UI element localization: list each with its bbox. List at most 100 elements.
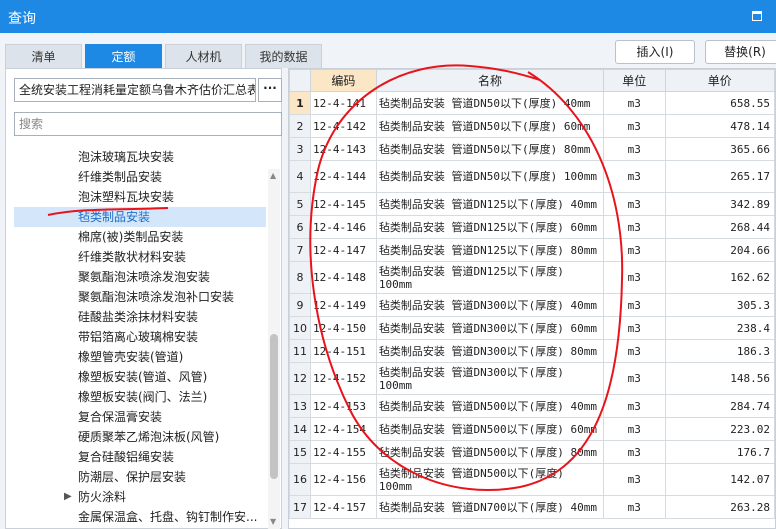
- row-number-cell: 1: [289, 91, 311, 115]
- name-cell: 毡类制品安装 管道DN700以下(厚度) 40mm: [375, 495, 605, 519]
- unit-cell: m3: [603, 215, 666, 239]
- name-cell: 毡类制品安装 管道DN300以下(厚度) 60mm: [375, 316, 605, 340]
- code-cell: 12-4-142: [309, 114, 377, 138]
- table-row[interactable]: 1 12-4-141 毡类制品安装 管道DN50以下(厚度) 40mm m3 658.5…: [289, 91, 775, 115]
- table-row[interactable]: 2 12-4-142 毡类制品安装 管道DN50以下(厚度) 60mm m3 478.1…: [289, 114, 775, 138]
- table-row[interactable]: 11 12-4-151 毡类制品安装 管道DN300以下(厚度) 80mm m3 186…: [289, 339, 775, 363]
- tree-item[interactable]: 橡塑板安装(阀门、法兰): [14, 387, 266, 407]
- code-cell: 12-4-145: [309, 192, 377, 216]
- header-price[interactable]: 单价: [664, 69, 775, 92]
- table-row[interactable]: 10 12-4-150 毡类制品安装 管道DN300以下(厚度) 60mm m3 238…: [289, 316, 775, 340]
- tree-item-label: 毡类制品安装: [78, 210, 151, 224]
- header-unit[interactable]: 单位: [603, 69, 666, 92]
- expand-arrow-icon[interactable]: ▶: [64, 487, 72, 507]
- scrollbar-thumb[interactable]: [270, 334, 278, 479]
- code-cell: 12-4-141: [309, 91, 377, 115]
- unit-cell: m3: [603, 238, 666, 262]
- unit-cell: m3: [603, 316, 666, 340]
- row-number-cell: 5: [289, 192, 311, 216]
- library-more-button[interactable]: ···: [258, 78, 282, 102]
- tree-item[interactable]: 金属保温盒、托盘、钩钉制作安...: [14, 507, 266, 526]
- tree-item[interactable]: ▶ 防火涂料: [14, 487, 266, 507]
- tree-item[interactable]: 橡塑板安装(管道、风管): [14, 367, 266, 387]
- row-number-cell: 11: [289, 339, 311, 363]
- table-row[interactable]: 4 12-4-144 毡类制品安装 管道DN50以下(厚度) 100mm m3 265.…: [289, 160, 775, 193]
- price-cell: 148.56: [664, 362, 775, 395]
- tree-item[interactable]: 橡塑管壳安装(管道): [14, 347, 266, 367]
- name-cell: 毡类制品安装 管道DN50以下(厚度) 80mm: [375, 137, 605, 161]
- tree-item-label: 橡塑板安装(阀门、法兰): [78, 390, 208, 404]
- header-name[interactable]: 名称: [375, 69, 605, 92]
- tree-item-label: 硬质聚苯乙烯泡沫板(风管): [78, 430, 220, 444]
- row-number-cell: 14: [289, 417, 311, 441]
- unit-cell: m3: [603, 440, 666, 464]
- table-row[interactable]: 12 12-4-152 毡类制品安装 管道DN300以下(厚度) 100mm m3 14…: [289, 362, 775, 395]
- table-row[interactable]: 16 12-4-156 毡类制品安装 管道DN500以下(厚度) 100mm m3 14…: [289, 463, 775, 496]
- table-row[interactable]: 6 12-4-146 毡类制品安装 管道DN125以下(厚度) 60mm m3 268.…: [289, 215, 775, 239]
- price-cell: 238.4: [664, 316, 775, 340]
- unit-cell: m3: [603, 394, 666, 418]
- table-row[interactable]: 14 12-4-154 毡类制品安装 管道DN500以下(厚度) 60mm m3 223…: [289, 417, 775, 441]
- tree-item[interactable]: 聚氨酯泡沫喷涂发泡补口安装: [14, 287, 266, 307]
- row-number-cell: 2: [289, 114, 311, 138]
- scroll-down-icon[interactable]: ▼: [270, 517, 276, 526]
- row-number-cell: 3: [289, 137, 311, 161]
- tree-item-label: 聚氨酯泡沫喷涂发泡补口安装: [78, 290, 235, 304]
- price-cell: 284.74: [664, 394, 775, 418]
- code-cell: 12-4-157: [309, 495, 377, 519]
- tree-item[interactable]: 硅酸盐类涂抹材料安装: [14, 307, 266, 327]
- tree-item[interactable]: 毡类制品安装: [14, 207, 266, 227]
- tree-item[interactable]: 复合硅酸铝绳安装: [14, 447, 266, 467]
- code-cell: 12-4-155: [309, 440, 377, 464]
- tree-item[interactable]: 泡沫玻璃瓦块安装: [14, 147, 266, 167]
- name-cell: 毡类制品安装 管道DN125以下(厚度) 40mm: [375, 192, 605, 216]
- table-header-row: 编码 名称 单位 单价: [289, 69, 775, 92]
- tree-scrollbar[interactable]: ▲ ▼: [268, 169, 280, 529]
- unit-cell: m3: [603, 417, 666, 441]
- table-row[interactable]: 7 12-4-147 毡类制品安装 管道DN125以下(厚度) 80mm m3 204.…: [289, 238, 775, 262]
- unit-cell: m3: [603, 160, 666, 193]
- tree-item[interactable]: 棉席(被)类制品安装: [14, 227, 266, 247]
- search-input[interactable]: [14, 112, 282, 136]
- tree-item[interactable]: 复合保温膏安装: [14, 407, 266, 427]
- table-row[interactable]: 8 12-4-148 毡类制品安装 管道DN125以下(厚度) 100mm m3 162…: [289, 261, 775, 294]
- name-cell: 毡类制品安装 管道DN125以下(厚度) 80mm: [375, 238, 605, 262]
- title-bar: 查询: [0, 0, 776, 33]
- unit-cell: m3: [603, 91, 666, 115]
- price-cell: 223.02: [664, 417, 775, 441]
- tree-item[interactable]: 泡沫塑料瓦块安装: [14, 187, 266, 207]
- tree-item-label: 金属保温盒、托盘、钩钉制作安...: [78, 510, 258, 524]
- replace-button[interactable]: 替换(R): [705, 40, 776, 64]
- table-row[interactable]: 3 12-4-143 毡类制品安装 管道DN50以下(厚度) 80mm m3 365.6…: [289, 137, 775, 161]
- table-row[interactable]: 9 12-4-149 毡类制品安装 管道DN300以下(厚度) 40mm m3 305.…: [289, 293, 775, 317]
- price-cell: 176.7: [664, 440, 775, 464]
- table-row[interactable]: 15 12-4-155 毡类制品安装 管道DN500以下(厚度) 80mm m3 176…: [289, 440, 775, 464]
- unit-cell: m3: [603, 114, 666, 138]
- tab-labor-material-machine[interactable]: 人材机: [165, 44, 242, 68]
- table-row[interactable]: 13 12-4-153 毡类制品安装 管道DN500以下(厚度) 40mm m3 284…: [289, 394, 775, 418]
- table-row[interactable]: 5 12-4-145 毡类制品安装 管道DN125以下(厚度) 40mm m3 342.…: [289, 192, 775, 216]
- tree-item-label: 防火涂料: [78, 490, 127, 504]
- tree-item[interactable]: 聚氨酯泡沫喷涂发泡安装: [14, 267, 266, 287]
- tree-item[interactable]: 防潮层、保护层安装: [14, 467, 266, 487]
- header-code[interactable]: 编码: [309, 69, 377, 92]
- quota-library-select[interactable]: 全统安装工程消耗量定额乌鲁木齐估价汇总表: [14, 78, 256, 102]
- tree-item[interactable]: 纤维类制品安装: [14, 167, 266, 187]
- maximize-icon[interactable]: [752, 11, 762, 21]
- table-row[interactable]: 17 12-4-157 毡类制品安装 管道DN700以下(厚度) 40mm m3 263…: [289, 495, 775, 519]
- name-cell: 毡类制品安装 管道DN300以下(厚度) 100mm: [375, 362, 605, 395]
- row-number-cell: 9: [289, 293, 311, 317]
- row-number-cell: 15: [289, 440, 311, 464]
- scroll-up-icon[interactable]: ▲: [270, 171, 276, 180]
- tree-item[interactable]: 带铝箔离心玻璃棉安装: [14, 327, 266, 347]
- price-cell: 342.89: [664, 192, 775, 216]
- tab-quota[interactable]: 定额: [85, 44, 162, 68]
- tree-item[interactable]: 纤维类散状材料安装: [14, 247, 266, 267]
- tree-item[interactable]: 硬质聚苯乙烯泡沫板(风管): [14, 427, 266, 447]
- price-cell: 204.66: [664, 238, 775, 262]
- insert-button[interactable]: 插入(I): [615, 40, 695, 64]
- tab-my-data[interactable]: 我的数据: [245, 44, 322, 68]
- tab-bill[interactable]: 清单: [5, 44, 82, 68]
- code-cell: 12-4-147: [309, 238, 377, 262]
- tree-item-label: 硅酸盐类涂抹材料安装: [78, 310, 199, 324]
